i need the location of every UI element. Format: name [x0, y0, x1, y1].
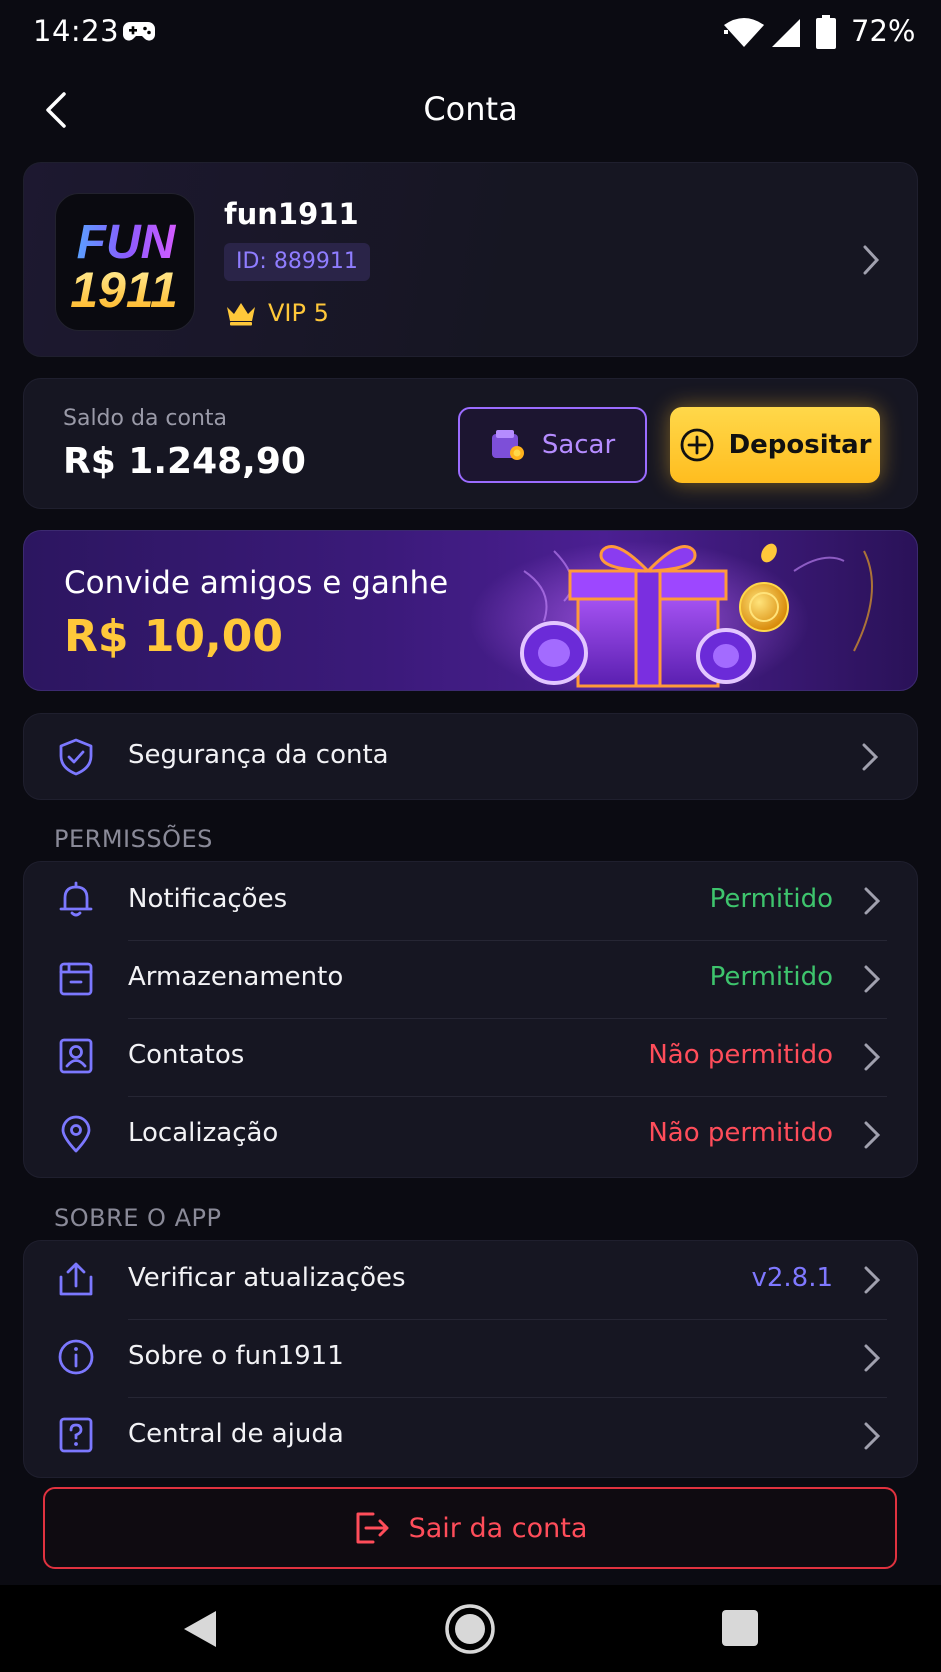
vip-label: VIP 5: [268, 299, 329, 327]
user-id-badge: ID: 889911: [224, 243, 370, 281]
permission-storage[interactable]: Armazenamento Permitido: [24, 940, 919, 1017]
username: fun1911: [224, 197, 359, 231]
wifi-icon: [724, 18, 764, 47]
logout-icon: [356, 1512, 389, 1544]
banner-amount: R$ 10,00: [64, 611, 283, 662]
app-version: v2.8.1: [751, 1263, 833, 1293]
system-nav-bar: [0, 1585, 941, 1672]
bell-icon: [59, 881, 93, 917]
chevron-right-icon: [864, 887, 881, 915]
upload-icon: [59, 1262, 93, 1296]
info-icon: [58, 1339, 94, 1375]
vip-level: VIP 5: [224, 296, 329, 330]
wallet-icon: [491, 430, 524, 460]
permission-status: Não permitido: [648, 1040, 833, 1070]
plus-circle-icon: [680, 428, 713, 462]
chevron-right-icon: [864, 1043, 881, 1071]
permission-label: Notificações: [128, 884, 288, 914]
about-section-title: SOBRE O APP: [54, 1204, 222, 1232]
chevron-right-icon: [864, 1422, 881, 1450]
contact-icon: [59, 1038, 93, 1074]
chevron-right-icon: [864, 1344, 881, 1372]
about-app-item[interactable]: Sobre o fun1911: [24, 1319, 919, 1396]
status-bar: 14:23 72%: [0, 0, 941, 70]
battery-percent: 72%: [851, 14, 916, 48]
nav-back-icon[interactable]: [180, 1607, 220, 1651]
chevron-right-icon: [864, 1121, 881, 1149]
nav-home-icon[interactable]: [444, 1603, 496, 1655]
shield-check-icon: [59, 738, 93, 776]
chevron-right-icon: [862, 743, 879, 771]
security-label: Segurança da conta: [128, 740, 389, 770]
chevron-right-icon: [863, 245, 880, 275]
withdraw-button[interactable]: Sacar: [458, 407, 647, 483]
app-logo: FUN 1911: [55, 193, 195, 331]
balance-label: Saldo da conta: [63, 406, 228, 431]
about-list: Verificar atualizações v2.8.1 Sobre o fu…: [23, 1240, 918, 1478]
storage-icon: [59, 962, 93, 996]
permission-status: Permitido: [709, 962, 833, 992]
banner-title: Convide amigos e ganhe: [64, 565, 449, 601]
balance-value: R$ 1.248,90: [63, 441, 306, 482]
permission-label: Armazenamento: [128, 962, 344, 992]
about-item-label: Central de ajuda: [128, 1419, 344, 1449]
permission-label: Localização: [128, 1118, 279, 1148]
signal-icon: [772, 19, 800, 47]
svg-text:1911: 1911: [70, 262, 178, 318]
gamepad-icon: [123, 22, 155, 41]
permission-location[interactable]: Localização Não permitido: [24, 1096, 919, 1173]
status-time: 14:23: [33, 14, 120, 48]
withdraw-label: Sacar: [541, 430, 616, 460]
deposit-button[interactable]: Depositar: [670, 407, 880, 483]
permissions-section-title: PERMISSÕES: [54, 825, 213, 853]
crown-icon: [227, 303, 255, 326]
permissions-list: Notificações Permitido Armazenamento Per…: [23, 861, 918, 1178]
invite-banner[interactable]: Convide amigos e ganhe R$ 10,00: [23, 530, 918, 691]
nav-recents-icon[interactable]: [722, 1610, 758, 1646]
logout-button[interactable]: Sair da conta: [43, 1487, 897, 1569]
chevron-right-icon: [864, 1266, 881, 1294]
permission-notifications[interactable]: Notificações Permitido: [24, 862, 919, 939]
help-center-item[interactable]: Central de ajuda: [24, 1397, 919, 1474]
balance-card: Saldo da conta R$ 1.248,90 Sacar Deposit…: [23, 378, 918, 509]
profile-card[interactable]: FUN 1911 fun1911 ID: 889911 VIP 5: [23, 162, 918, 357]
gift-box-illustration: [469, 541, 873, 690]
permission-contacts[interactable]: Contatos Não permitido: [24, 1018, 919, 1095]
permission-status: Permitido: [709, 884, 833, 914]
about-item-label: Verificar atualizações: [128, 1263, 406, 1293]
permission-status: Não permitido: [648, 1118, 833, 1148]
permission-label: Contatos: [128, 1040, 245, 1070]
account-security-item[interactable]: Segurança da conta: [23, 713, 918, 800]
battery-icon: [816, 15, 836, 49]
chevron-right-icon: [864, 965, 881, 993]
logout-label: Sair da conta: [408, 1512, 588, 1544]
page-title: Conta: [423, 90, 518, 128]
location-pin-icon: [61, 1115, 91, 1153]
deposit-label: Depositar: [728, 430, 872, 460]
check-updates-item[interactable]: Verificar atualizações v2.8.1: [24, 1241, 919, 1318]
help-icon: [59, 1417, 93, 1453]
about-item-label: Sobre o fun1911: [128, 1341, 344, 1371]
